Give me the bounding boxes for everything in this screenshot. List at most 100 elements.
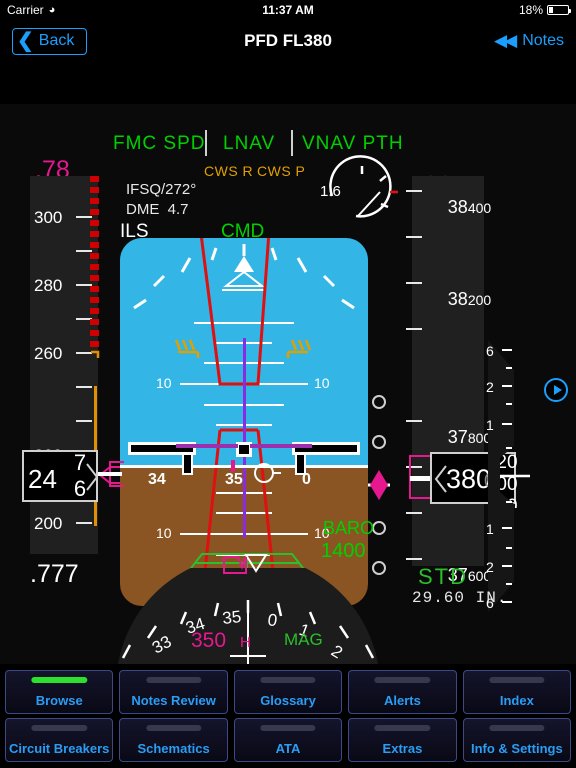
navigation-bar-right: ◀◀ Notes [494,31,564,51]
toolbar-button-notes-review[interactable]: Notes Review [119,670,228,714]
toolbar-button-label: Notes Review [131,693,216,708]
altitude-tick [406,282,422,284]
schematics-indicator [145,725,202,731]
toolbar-button-label: Glossary [260,693,316,708]
heading-suffix: H [240,634,251,651]
toolbar-button-label: Index [499,693,534,708]
airspeed-pointer-icon [86,463,99,491]
toolbar-button-schematics[interactable]: Schematics [119,718,228,762]
vsi-label-down-2: 2 [486,559,494,575]
vsi-label-up-6: 6 [486,343,494,359]
notes-button[interactable]: Notes [522,32,564,50]
airspeed-scale-label: 300 [34,208,63,227]
airspeed-scale-label: 280 [34,276,63,295]
ata-indicator [260,725,316,731]
std-label: STD [418,564,468,589]
flight-path-vector-icon [254,463,281,483]
fma-cws-roll: CWS R [204,163,254,179]
status-bar-time: 11:37 AM [262,3,314,17]
altitude-scale-label: 38400 [447,197,492,217]
altitude-tick [406,512,422,514]
vsi-label-up-1: 1 [486,417,494,433]
next-arrow-triangle [553,385,562,395]
airspeed-readout-box: 24 7 6 5 [22,450,99,506]
fma-pitch-mode: VNAV PTH [302,133,404,154]
fma-divider-1 [205,130,207,156]
toolbar-row-2: Circuit Breakers Schematics ATA Extras I… [2,716,574,764]
index-indicator [489,677,545,683]
compass-tick-35: 35 [221,607,242,628]
toolbar-button-label: ATA [275,741,301,756]
status-bar-right: 18% [518,0,571,20]
circuit-breakers-indicator [31,725,87,731]
altitude-bug-bar [410,476,432,481]
toolbar-button-info-settings[interactable]: Info & Settings [462,718,572,762]
airspeed-scale-label: 200 [34,514,63,533]
horizon-heading-right: 0 [302,471,311,488]
toolbar-button-label: Circuit Breakers [8,741,110,756]
altitude-tick [406,558,422,560]
fma-roll-mode: LNAV [223,133,276,154]
baro-label: BARO [323,518,375,538]
toolbar-button-label: Browse [35,693,83,708]
fma-autothrottle: FMC SPD [113,133,206,154]
altitude-tick [406,236,422,238]
page-title: PFD FL380 [244,31,332,50]
airspeed-hundreds: 24 [28,464,57,494]
navigation-bar: ❮ Back PFD FL380 ◀◀ Notes [0,20,576,62]
altitude-tick [406,328,422,330]
toolbar-button-label: Alerts [383,693,421,708]
roll-command-bar-right [250,444,312,448]
battery-percent-label: 18% [518,3,543,17]
glideslope-scale [368,395,390,575]
toolbar-button-ata[interactable]: ATA [233,718,343,762]
notes-review-indicator [145,677,202,683]
toolbar-button-alerts[interactable]: Alerts [348,670,457,714]
baro-setting: 29.60 IN. [412,589,508,607]
heading-magnetic-value: 350 [191,629,227,652]
nav-dme: DME 4.7 [126,201,189,218]
extras-indicator [374,725,431,731]
airspeed-tick [76,522,92,524]
altitude-tape[interactable] [412,176,484,566]
pfd-display: FMC SPD LNAV VNAV PTH CWS R CWS P IFSQ/2… [0,104,576,664]
toolbar-button-browse[interactable]: Browse [5,670,114,714]
horizon-heading-left: 34 [148,471,166,488]
airspeed-digit-below: 5 [68,502,92,506]
info-settings-indicator [489,725,545,731]
airspeed-scale-label: 260 [34,344,63,363]
double-chevron-left-icon[interactable]: ◀◀ [494,31,517,51]
localizer-bar [98,472,122,476]
nav-ident-course: IFSQ/272° [126,181,197,198]
vsi-label-down-1: 1 [486,521,494,537]
heading-index-and-bug [223,554,268,574]
altitude-tick [406,420,422,422]
compass-reference-label: MAG [284,630,323,649]
fma-cws-pitch: CWS P [257,163,306,179]
horizon-heading-center: 35 [225,471,243,488]
browse-indicator [31,677,87,683]
toolbar-button-extras[interactable]: Extras [348,718,457,762]
toolbar-button-label: Extras [382,741,423,756]
mach-actual: .777 [30,560,79,588]
vsi-label-up-2: 2 [486,379,494,395]
next-arrow-icon[interactable] [544,378,568,402]
airspeed-tick [76,386,92,388]
roll-command-bar-left [176,444,238,448]
airspeed-tick [76,420,92,422]
baro-value: 1400 [321,540,366,562]
overspeed-barber-pole [90,176,100,358]
toolbar-button-circuit-breakers[interactable]: Circuit Breakers [5,718,114,762]
altitude-scale-label: 38200 [447,289,492,309]
toolbar-row-1: Browse Notes Review Glossary Alerts Inde… [2,668,574,716]
bottom-toolbar: Browse Notes Review Glossary Alerts Inde… [0,664,576,768]
toolbar-button-label: Info & Settings [470,741,563,756]
alerts-indicator [374,677,431,683]
flap-gauge-value: 1.6 [320,183,341,200]
glossary-indicator [260,677,316,683]
toolbar-button-glossary[interactable]: Glossary [233,670,343,714]
ios-status-bar: Carrier ◕ 11:37 AM 18% [0,0,576,20]
battery-icon [547,5,571,15]
toolbar-button-index[interactable]: Index [462,670,572,714]
fma-divider-2 [291,130,293,156]
